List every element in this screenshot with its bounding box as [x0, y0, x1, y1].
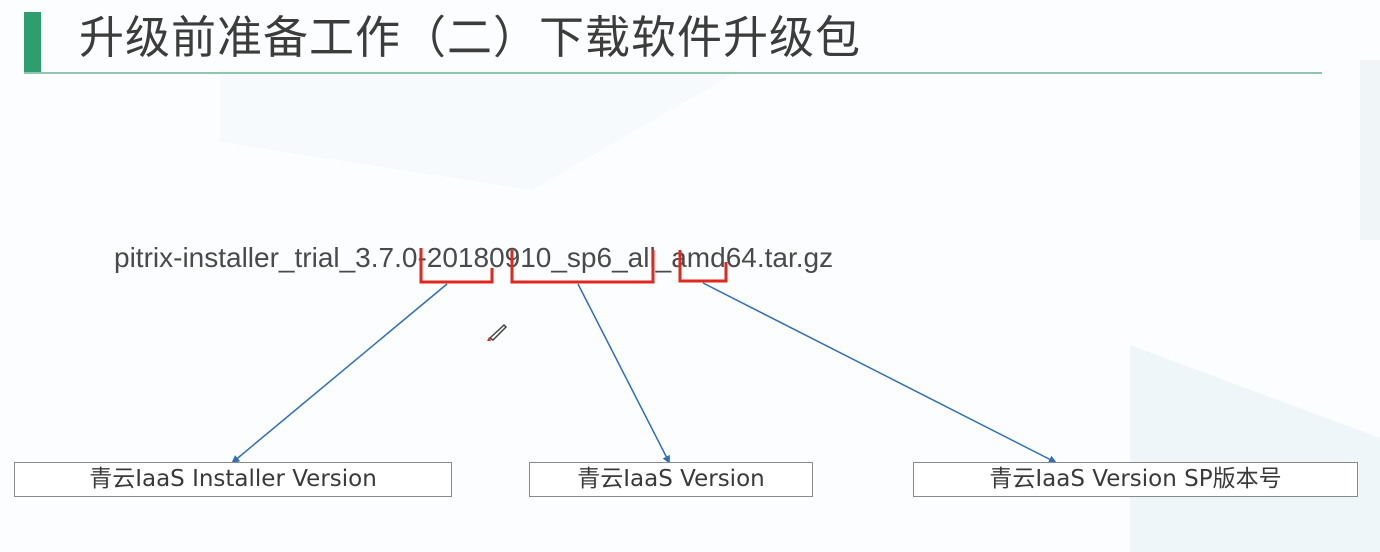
connector-sp-version [702, 282, 1057, 463]
label-installer-version: 青云IaaS Installer Version [14, 462, 452, 497]
label-sp-version: 青云IaaS Version SP版本号 [913, 462, 1358, 497]
bracket-iaas-version [510, 250, 655, 284]
connector-iaas-version [577, 283, 670, 464]
bracket-installer-version [419, 248, 494, 284]
connector-installer-version [231, 283, 448, 464]
bracket-sp-version [678, 250, 728, 283]
pen-icon [487, 323, 508, 341]
slide: 升级前准备工作（二）下载软件升级包 pitrix-installer_trial… [0, 0, 1380, 552]
label-iaas-version: 青云IaaS Version [529, 462, 813, 497]
